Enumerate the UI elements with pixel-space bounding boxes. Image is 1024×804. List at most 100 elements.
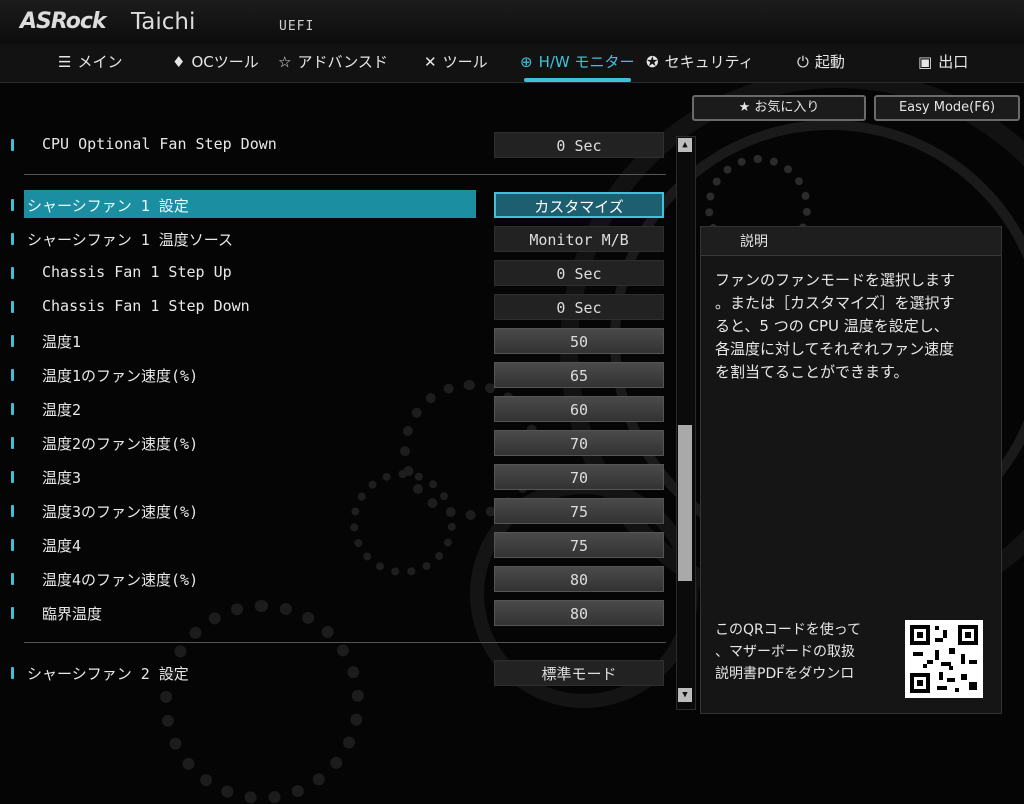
tab-exit[interactable]: ▣ 出口 xyxy=(918,44,968,80)
scroll-down-icon[interactable]: ▼ xyxy=(678,688,692,702)
description-line: ると、5 つの CPU 温度を設定し、 xyxy=(715,317,949,335)
setting-label: シャーシファン 2 設定 xyxy=(27,665,189,683)
setting-row[interactable]: 温度4 75 xyxy=(0,530,670,560)
divider xyxy=(24,174,666,175)
setting-label: 温度3 xyxy=(42,469,82,487)
power-icon: ⏻ xyxy=(797,53,809,71)
setting-value[interactable]: 50 xyxy=(494,328,664,354)
rocket-icon: ♦ xyxy=(172,53,186,71)
tab-label: ツール xyxy=(442,53,488,71)
setting-label: 温度3のファン速度(%) xyxy=(42,503,199,521)
setting-label: 臨界温度 xyxy=(42,605,103,623)
setting-row[interactable]: シャーシファン 2 設定 標準モード xyxy=(0,658,670,688)
row-bullet xyxy=(11,267,14,279)
row-bullet xyxy=(11,539,14,551)
row-bullet xyxy=(11,471,14,483)
setting-label: Chassis Fan 1 Step Down xyxy=(42,297,250,315)
qr-caption-line: このQRコードを使って xyxy=(715,622,862,638)
description-title: 説明 xyxy=(740,234,768,250)
description-panel: 説明 ファンのファンモードを選択します 。または［カスタマイズ］を選択す ると、… xyxy=(700,226,1002,714)
setting-row[interactable]: 温度4のファン速度(%) 80 xyxy=(0,564,670,594)
qr-caption-line: 説明書PDFをダウンロ xyxy=(715,666,855,682)
setting-row[interactable]: Chassis Fan 1 Step Down 0 Sec xyxy=(0,292,670,322)
board-model: Taichi xyxy=(131,9,196,35)
row-bullet xyxy=(11,139,14,151)
setting-row[interactable]: 温度1のファン速度(%) 65 xyxy=(0,360,670,390)
tab-label: H/W モニター xyxy=(538,53,635,71)
setting-value[interactable]: カスタマイズ xyxy=(494,192,664,218)
setting-value[interactable]: 0 Sec xyxy=(494,132,664,158)
row-bullet xyxy=(11,335,14,347)
setting-label: 温度2のファン速度(%) xyxy=(42,435,199,453)
setting-value[interactable]: 80 xyxy=(494,600,664,626)
tab-main[interactable]: ☰ メイン xyxy=(58,44,122,80)
setting-row[interactable]: 温度1 50 xyxy=(0,326,670,356)
favorites-button[interactable]: ★ お気に入り xyxy=(692,95,866,121)
tab-oc-tools[interactable]: ♦ OCツール xyxy=(172,44,259,80)
setting-row[interactable]: CPU Optional Fan Step Down 0 Sec xyxy=(0,130,670,160)
row-bullet xyxy=(11,667,14,679)
row-bullet xyxy=(11,607,14,619)
description-text: ファンのファンモードを選択します 。または［カスタマイズ］を選択す ると、5 つ… xyxy=(715,269,989,384)
row-bullet xyxy=(11,437,14,449)
tab-security[interactable]: ✪ セキュリティ xyxy=(646,44,754,80)
setting-row[interactable]: 臨界温度 80 xyxy=(0,598,670,628)
setting-label: 温度4のファン速度(%) xyxy=(42,571,199,589)
row-bullet xyxy=(11,403,14,415)
scroll-up-icon[interactable]: ▲ xyxy=(678,138,692,152)
setting-label: 温度1 xyxy=(42,333,82,351)
row-bullet xyxy=(11,369,14,381)
star-icon: ★ xyxy=(738,100,755,115)
tab-tools[interactable]: ✕ ツール xyxy=(424,44,488,80)
tab-advanced[interactable]: ☆ アドバンスド xyxy=(278,44,388,80)
row-bullet xyxy=(11,233,14,245)
star-icon: ☆ xyxy=(278,53,292,71)
row-bullet xyxy=(11,301,14,313)
setting-label: 温度1のファン速度(%) xyxy=(42,367,199,385)
scrollbar[interactable] xyxy=(676,136,696,710)
easy-mode-button[interactable]: Easy Mode(F6) xyxy=(874,95,1020,121)
easy-mode-label: Easy Mode(F6) xyxy=(898,100,996,115)
setting-value[interactable]: Monitor M/B xyxy=(494,226,664,252)
qr-caption: このQRコードを使って 、マザーボードの取扱 説明書PDFをダウンロ xyxy=(715,619,895,685)
row-bullet xyxy=(11,505,14,517)
tab-label: セキュリティ xyxy=(664,53,754,71)
tab-label: メイン xyxy=(77,53,123,71)
tab-label: 起動 xyxy=(814,53,845,71)
setting-row[interactable]: 温度2 60 xyxy=(0,394,670,424)
setting-value[interactable]: 70 xyxy=(494,430,664,456)
setting-row[interactable]: 温度3のファン速度(%) 75 xyxy=(0,496,670,526)
setting-row-selected[interactable]: シャーシファン 1 設定 カスタマイズ xyxy=(0,190,670,220)
setting-row[interactable]: 温度2のファン速度(%) 70 xyxy=(0,428,670,458)
setting-label: シャーシファン 1 温度ソース xyxy=(27,231,234,249)
uefi-label: UEFI xyxy=(279,19,315,34)
setting-row[interactable]: Chassis Fan 1 Step Up 0 Sec xyxy=(0,258,670,288)
setting-value[interactable]: 75 xyxy=(494,498,664,524)
setting-label: 温度4 xyxy=(42,537,82,555)
setting-value[interactable]: 70 xyxy=(494,464,664,490)
setting-value[interactable]: 標準モード xyxy=(494,660,664,686)
title-bar: ASRock Taichi UEFI xyxy=(0,0,1024,45)
tab-boot[interactable]: ⏻ 起動 xyxy=(797,44,845,80)
qr-caption-line: 、マザーボードの取扱 xyxy=(715,644,855,660)
monitor-icon: ⊕ xyxy=(520,53,533,71)
brand-logo: ASRock xyxy=(20,9,107,34)
row-bullet xyxy=(11,199,14,211)
main-nav: ☰ メイン ♦ OCツール ☆ アドバンスド ✕ ツール ⊕ H/W モニター ✪ セキュリ… xyxy=(0,44,1024,83)
scrollbar-thumb[interactable] xyxy=(678,425,692,581)
description-line: を割当てることができます。 xyxy=(715,363,909,381)
tab-label: OCツール xyxy=(191,53,259,71)
setting-label: シャーシファン 1 設定 xyxy=(27,197,189,215)
qr-code-icon xyxy=(905,620,983,698)
setting-value[interactable]: 75 xyxy=(494,532,664,558)
setting-row[interactable]: シャーシファン 1 温度ソース Monitor M/B xyxy=(0,224,670,254)
setting-value[interactable]: 0 Sec xyxy=(494,294,664,320)
setting-row[interactable]: 温度3 70 xyxy=(0,462,670,492)
tab-hw-monitor[interactable]: ⊕ H/W モニター xyxy=(520,44,635,82)
setting-value[interactable]: 0 Sec xyxy=(494,260,664,286)
setting-value[interactable]: 65 xyxy=(494,362,664,388)
tab-label: 出口 xyxy=(938,53,969,71)
description-line: 各温度に対してそれぞれファン速度 xyxy=(715,340,955,358)
setting-value[interactable]: 60 xyxy=(494,396,664,422)
setting-value[interactable]: 80 xyxy=(494,566,664,592)
